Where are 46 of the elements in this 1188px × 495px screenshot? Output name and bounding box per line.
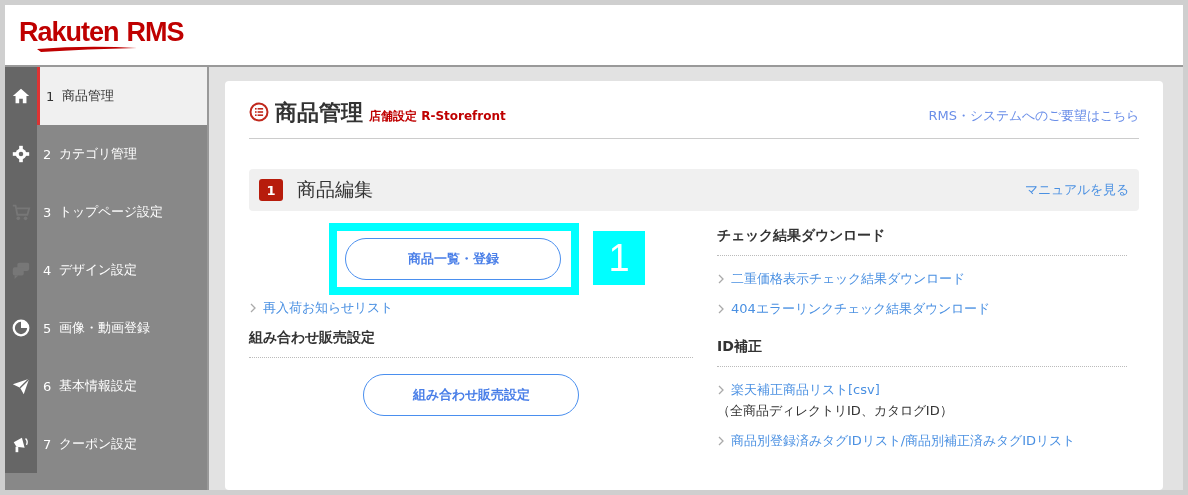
item-number: 6 bbox=[43, 378, 52, 394]
item-label: クーポン設定 bbox=[59, 435, 138, 453]
chevron-icon bbox=[717, 274, 725, 284]
section-title: 商品編集 bbox=[297, 177, 373, 202]
logo-brand: Rakuten bbox=[19, 18, 119, 46]
feedback-link[interactable]: RMS・システムへのご要望はこちら bbox=[928, 107, 1139, 125]
chevron-icon bbox=[717, 304, 725, 314]
manual-link[interactable]: マニュアルを見る bbox=[1025, 181, 1129, 199]
group-heading: チェック結果ダウンロード bbox=[717, 223, 1127, 256]
section-number: 1 bbox=[259, 179, 283, 201]
item-number: 5 bbox=[43, 320, 52, 336]
page-subtitle: 店舗設定 R-Storefront bbox=[369, 108, 506, 125]
item-number: 1 bbox=[46, 88, 55, 104]
item-label: カテゴリ管理 bbox=[59, 145, 138, 163]
chevron-icon bbox=[249, 303, 257, 313]
download-link[interactable]: 二重価格表示チェック結果ダウンロード bbox=[717, 270, 1127, 288]
item-label: トップページ設定 bbox=[59, 203, 164, 221]
group-heading: ID補正 bbox=[717, 326, 1127, 367]
gear-icon bbox=[11, 144, 31, 164]
download-link[interactable]: 404エラーリンクチェック結果ダウンロード bbox=[717, 300, 1127, 318]
item-label: 商品管理 bbox=[62, 87, 115, 105]
restock-link[interactable]: 再入荷お知らせリスト bbox=[249, 299, 693, 317]
item-number: 2 bbox=[43, 146, 52, 162]
download-link[interactable]: 商品別登録済みタグIDリスト/商品別補正済みタグIDリスト bbox=[717, 432, 1127, 450]
bundle-heading: 組み合わせ販売設定 bbox=[249, 317, 693, 358]
logo[interactable]: Rakuten RMS bbox=[19, 18, 184, 52]
item-number: 4 bbox=[43, 262, 52, 278]
item-label: デザイン設定 bbox=[59, 261, 138, 279]
sidebar-item[interactable]: 1 商品管理 bbox=[5, 67, 207, 125]
annotation-badge: 1 bbox=[593, 231, 645, 285]
logo-product: RMS bbox=[126, 18, 184, 46]
item-number: 3 bbox=[43, 204, 52, 220]
item-label: 画像・動画登録 bbox=[59, 319, 151, 337]
item-label: 基本情報設定 bbox=[59, 377, 138, 395]
bundle-button[interactable]: 組み合わせ販売設定 bbox=[363, 374, 579, 416]
chevron-icon bbox=[717, 436, 725, 446]
link-note: （全商品ディレクトリID、カタログID） bbox=[717, 402, 954, 420]
chevron-icon bbox=[717, 385, 725, 395]
download-link[interactable]: 楽天補正商品リスト[csv] bbox=[717, 381, 1127, 399]
pie-chart-icon bbox=[11, 318, 31, 338]
product-list-button[interactable]: 商品一覧・登録 bbox=[345, 238, 561, 280]
paper-plane-icon bbox=[11, 376, 31, 396]
page-title: 商品管理 bbox=[275, 99, 363, 127]
item-number: 7 bbox=[43, 436, 52, 452]
home-icon bbox=[11, 86, 31, 106]
list-icon bbox=[249, 102, 269, 122]
